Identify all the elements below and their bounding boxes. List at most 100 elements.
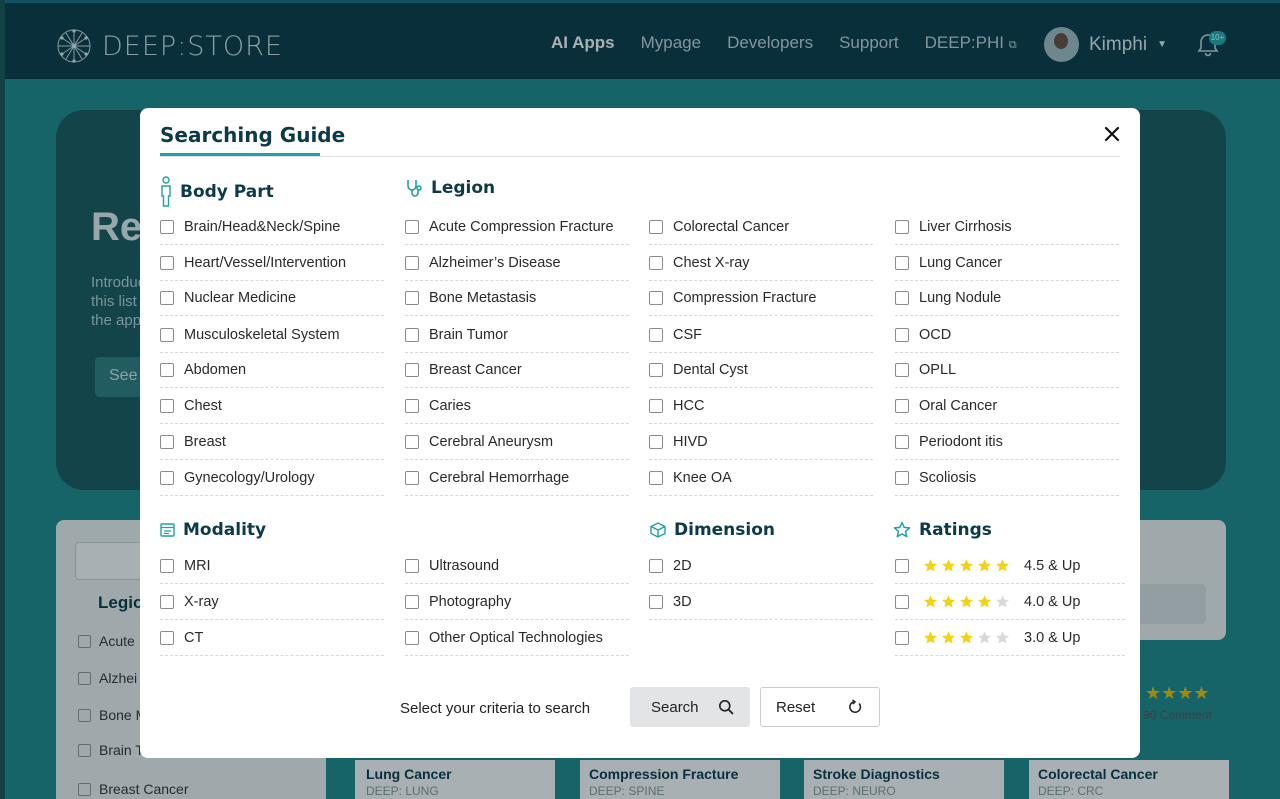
search-button[interactable]: Search (630, 687, 750, 727)
modality-option[interactable]: X-ray (160, 584, 384, 620)
checkbox[interactable] (649, 594, 663, 609)
checkbox[interactable] (649, 434, 663, 449)
checkbox[interactable] (649, 362, 663, 377)
legion-option[interactable]: Knee OA (649, 460, 873, 496)
body-part-option-label: Nuclear Medicine (184, 289, 297, 306)
legion-option[interactable]: CSF (649, 317, 873, 353)
legion-option[interactable]: Compression Fracture (649, 280, 873, 316)
checkbox[interactable] (895, 398, 909, 413)
checkbox[interactable] (895, 290, 909, 305)
legion-option[interactable]: Lung Nodule (895, 280, 1119, 316)
checkbox[interactable] (649, 290, 663, 305)
modality-option[interactable]: Ultrasound (405, 548, 629, 584)
checkbox[interactable] (895, 558, 909, 573)
checkbox[interactable] (160, 362, 174, 377)
checkbox[interactable] (160, 290, 174, 305)
dimension-option[interactable]: 2D (649, 548, 873, 584)
checkbox[interactable] (405, 470, 419, 485)
dimension-option[interactable]: 3D (649, 584, 873, 620)
body-part-option[interactable]: Breast (160, 424, 384, 460)
rating-option-label: 3.0 & Up (1024, 629, 1081, 646)
checkbox[interactable] (405, 362, 419, 377)
checkbox[interactable] (405, 594, 419, 609)
legion-option-label: OCD (919, 326, 952, 343)
checkbox[interactable] (160, 630, 174, 645)
body-part-option-label: Chest (184, 397, 222, 414)
checkbox[interactable] (649, 255, 663, 270)
modality-option[interactable]: CT (160, 620, 384, 656)
checkbox[interactable] (895, 219, 909, 234)
checkbox[interactable] (405, 434, 419, 449)
legion-option[interactable]: Breast Cancer (405, 352, 629, 388)
dimension-heading: Dimension (650, 520, 775, 540)
legion-option[interactable]: Periodont itis (895, 424, 1119, 460)
checkbox[interactable] (895, 255, 909, 270)
checkbox[interactable] (895, 630, 909, 645)
legion-option[interactable]: Scoliosis (895, 460, 1119, 496)
legion-option[interactable]: Bone Metastasis (405, 280, 629, 316)
rating-option[interactable]: 3.0 & Up (895, 620, 1125, 656)
legion-option[interactable]: Lung Cancer (895, 245, 1119, 281)
checkbox[interactable] (649, 558, 663, 573)
rating-stars (923, 630, 1010, 645)
legion-option[interactable]: Cerebral Hemorrhage (405, 460, 629, 496)
checkbox[interactable] (405, 630, 419, 645)
legion-option[interactable]: OPLL (895, 352, 1119, 388)
legion-option[interactable]: Chest X-ray (649, 245, 873, 281)
checkbox[interactable] (405, 255, 419, 270)
body-part-option[interactable]: Heart/Vessel/Intervention (160, 245, 384, 281)
close-icon[interactable] (1102, 124, 1122, 144)
modality-option[interactable]: Other Optical Technologies (405, 620, 629, 656)
checkbox[interactable] (160, 398, 174, 413)
legion-option-label: Knee OA (673, 469, 732, 486)
legion-option[interactable]: Dental Cyst (649, 352, 873, 388)
modality-option[interactable]: Photography (405, 584, 629, 620)
reset-button[interactable]: Reset (760, 687, 880, 727)
checkbox[interactable] (160, 327, 174, 342)
rating-option[interactable]: 4.5 & Up (895, 548, 1125, 584)
checkbox[interactable] (160, 219, 174, 234)
checkbox[interactable] (895, 362, 909, 377)
legion-option[interactable]: HIVD (649, 424, 873, 460)
legion-option[interactable]: HCC (649, 388, 873, 424)
legion-option[interactable]: Liver Cirrhosis (895, 209, 1119, 245)
checkbox[interactable] (895, 594, 909, 609)
body-part-option[interactable]: Brain/Head&Neck/Spine (160, 209, 384, 245)
checkbox[interactable] (160, 434, 174, 449)
modality-option-label: MRI (184, 557, 211, 574)
legion-option[interactable]: Brain Tumor (405, 317, 629, 353)
legion-option[interactable]: Caries (405, 388, 629, 424)
checkbox[interactable] (895, 327, 909, 342)
legion-option[interactable]: Cerebral Aneurysm (405, 424, 629, 460)
checkbox[interactable] (405, 290, 419, 305)
checkbox[interactable] (405, 219, 419, 234)
modality-option[interactable]: MRI (160, 548, 384, 584)
checkbox[interactable] (649, 470, 663, 485)
checkbox[interactable] (649, 327, 663, 342)
checkbox[interactable] (649, 398, 663, 413)
body-part-option[interactable]: Musculoskeletal System (160, 317, 384, 353)
legion-option[interactable]: Acute Compression Fracture (405, 209, 629, 245)
rating-option[interactable]: 4.0 & Up (895, 584, 1125, 620)
legion-option[interactable]: Colorectal Cancer (649, 209, 873, 245)
reset-button-label: Reset (776, 698, 816, 716)
checkbox[interactable] (160, 255, 174, 270)
body-part-option[interactable]: Gynecology/Urology (160, 460, 384, 496)
checkbox[interactable] (160, 558, 174, 573)
checkbox[interactable] (160, 470, 174, 485)
body-part-option[interactable]: Nuclear Medicine (160, 280, 384, 316)
checkbox[interactable] (405, 398, 419, 413)
legion-option[interactable]: Alzheimer’s Disease (405, 245, 629, 281)
body-part-option[interactable]: Chest (160, 388, 384, 424)
modality-option-label: CT (184, 629, 204, 646)
checkbox[interactable] (405, 327, 419, 342)
checkbox[interactable] (895, 470, 909, 485)
checkbox[interactable] (405, 558, 419, 573)
cube-icon (650, 522, 666, 538)
legion-option[interactable]: Oral Cancer (895, 388, 1119, 424)
checkbox[interactable] (160, 594, 174, 609)
checkbox[interactable] (649, 219, 663, 234)
checkbox[interactable] (895, 434, 909, 449)
body-part-option[interactable]: Abdomen (160, 352, 384, 388)
legion-option[interactable]: OCD (895, 317, 1119, 353)
